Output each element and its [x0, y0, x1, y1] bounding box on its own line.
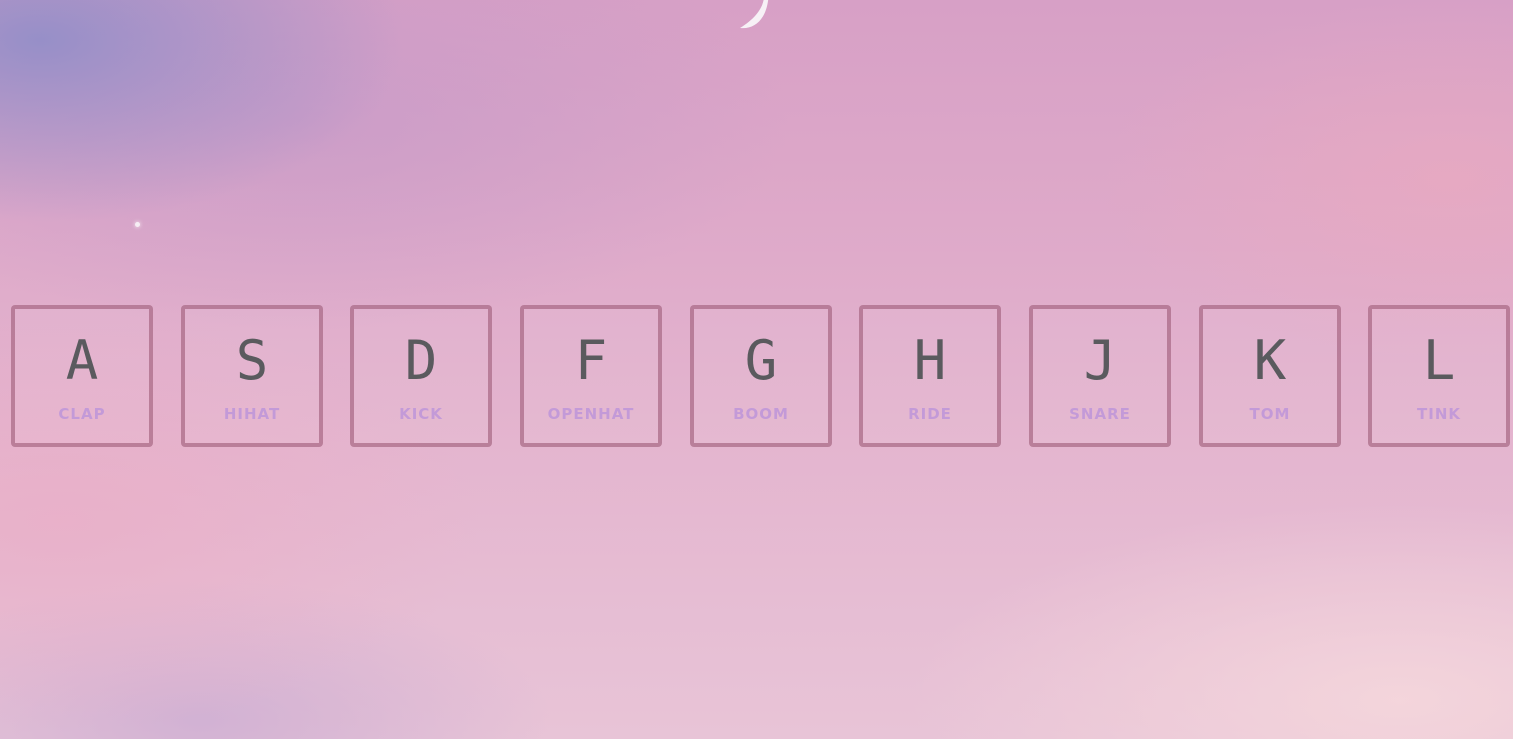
key-a[interactable]: A CLAP — [11, 305, 153, 447]
key-letter: D — [404, 329, 438, 392]
key-f[interactable]: F OPENHAT — [520, 305, 662, 447]
key-sound-label: OPENHAT — [547, 405, 635, 423]
key-k[interactable]: K TOM — [1199, 305, 1341, 447]
key-sound-label: HIHAT — [223, 405, 281, 423]
key-sound-label: TINK — [1417, 405, 1461, 423]
drum-kit-page: { "colors": { "key_border": "#a0607c", "… — [0, 0, 1513, 739]
key-sound-label: SNARE — [1069, 405, 1131, 423]
key-j[interactable]: J SNARE — [1029, 305, 1171, 447]
key-sound-label: BOOM — [733, 405, 789, 423]
key-g[interactable]: G BOOM — [690, 305, 832, 447]
key-letter: S — [235, 329, 269, 392]
star-icon — [135, 222, 140, 227]
key-letter: L — [1422, 329, 1456, 392]
key-d[interactable]: D KICK — [350, 305, 492, 447]
key-letter: G — [744, 329, 778, 392]
key-h[interactable]: H RIDE — [859, 305, 1001, 447]
crescent-moon-icon — [740, 0, 769, 29]
key-sound-label: KICK — [399, 405, 443, 423]
key-sound-label: TOM — [1249, 405, 1291, 423]
key-letter: A — [65, 329, 99, 392]
key-sound-label: CLAP — [58, 405, 106, 423]
key-letter: H — [913, 329, 947, 392]
key-letter: F — [574, 329, 608, 392]
key-s[interactable]: S HIHAT — [181, 305, 323, 447]
key-letter: J — [1083, 329, 1117, 392]
key-letter: K — [1253, 329, 1287, 392]
key-sound-label: RIDE — [908, 405, 952, 423]
drum-keys-row: A CLAP S HIHAT D KICK F OPENHAT G BOOM H… — [11, 305, 1510, 447]
key-l[interactable]: L TINK — [1368, 305, 1510, 447]
